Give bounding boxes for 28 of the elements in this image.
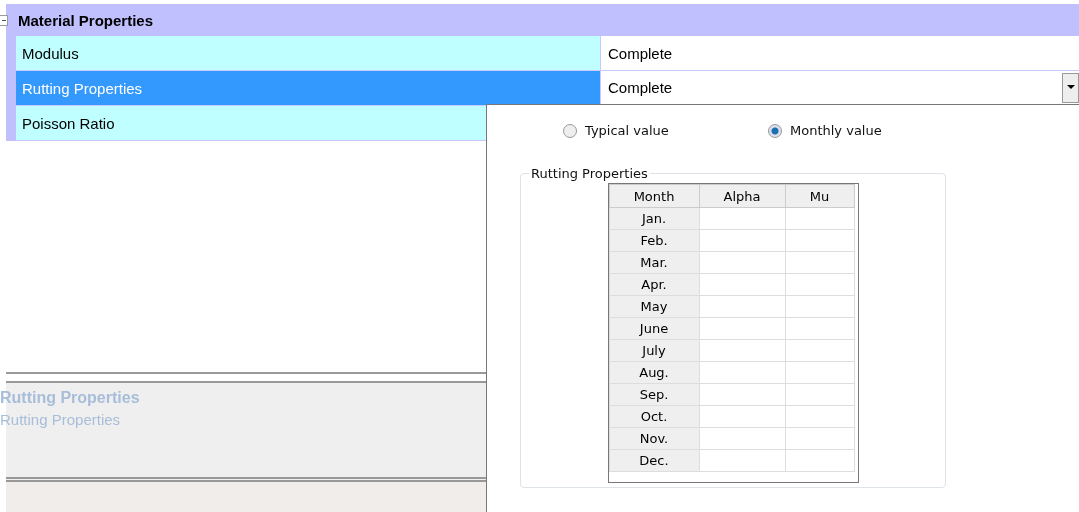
month-cell: Jan. xyxy=(609,207,699,230)
radio-option[interactable]: Monthly value xyxy=(768,123,973,138)
description-text: Rutting Properties xyxy=(0,411,122,428)
column-header: Alpha xyxy=(699,184,785,208)
collapse-icon[interactable] xyxy=(0,14,8,26)
month-cell: Sep. xyxy=(609,383,699,406)
property-name[interactable]: Modulus xyxy=(16,36,600,70)
month-cell: Feb. xyxy=(609,229,699,252)
property-value[interactable]: Complete xyxy=(600,36,1079,70)
column-header: Mu xyxy=(785,184,854,208)
month-cell: Aug. xyxy=(609,361,699,384)
column-header: Month xyxy=(609,184,699,208)
month-cell: Apr. xyxy=(609,273,699,296)
month-cell: Dec. xyxy=(609,449,699,472)
radio-icon[interactable] xyxy=(768,123,782,138)
month-cell: May xyxy=(609,295,699,318)
category-title: Material Properties xyxy=(18,11,154,29)
month-cell: Oct. xyxy=(609,405,699,428)
description-title: Rutting Properties xyxy=(0,389,141,407)
month-cell: July xyxy=(609,339,699,362)
radio-icon[interactable] xyxy=(563,123,577,138)
month-cell: Mar. xyxy=(609,251,699,274)
group-title: Rutting Properties xyxy=(530,166,649,181)
property-value[interactable]: Complete xyxy=(600,71,1079,105)
caret-icon xyxy=(1066,85,1075,90)
dropdown-button[interactable] xyxy=(1062,72,1079,103)
month-cell: June xyxy=(609,317,699,340)
month-cell: Nov. xyxy=(609,427,699,450)
